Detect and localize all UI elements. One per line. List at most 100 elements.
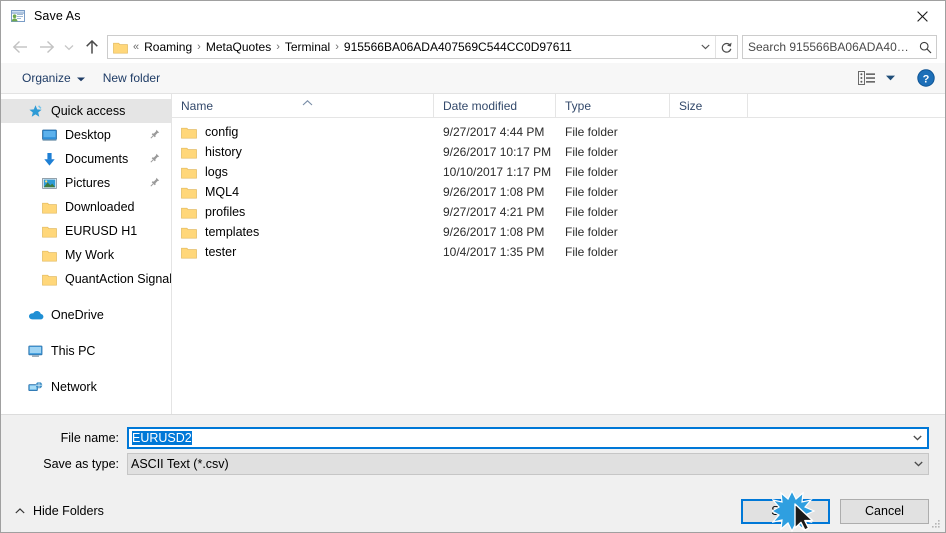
column-header-row: Name Date modified Type Size (172, 93, 945, 118)
refresh-button[interactable] (715, 36, 737, 58)
save-as-type-dropdown-button[interactable] (909, 461, 928, 467)
chevron-down-icon (76, 71, 85, 85)
file-type-cell: File folder (565, 205, 618, 219)
sidebar-item-downloaded[interactable]: Downloaded (1, 195, 171, 219)
sidebar-item-eurusd-h1[interactable]: EURUSD H1 (1, 219, 171, 243)
chevron-down-icon (886, 75, 895, 81)
sidebar-item-desktop[interactable]: Desktop (1, 123, 171, 147)
command-toolbar: Organize New folder ? (1, 63, 945, 94)
network-icon (27, 379, 44, 395)
table-row[interactable]: tester 10/4/2017 1:35 PM File folder (172, 242, 945, 262)
table-row[interactable]: profiles 9/27/2017 4:21 PM File folder (172, 202, 945, 222)
file-rows: config 9/27/2017 4:44 PM File folder his… (172, 118, 945, 414)
file-date-cell: 10/4/2017 1:35 PM (443, 245, 545, 259)
file-name-cell: history (172, 145, 434, 159)
file-name-label: history (205, 145, 242, 159)
new-folder-button[interactable]: New folder (96, 67, 167, 90)
desktop-icon (41, 127, 58, 143)
save-button[interactable]: Save (741, 498, 830, 524)
column-header-label: Date modified (443, 98, 518, 113)
search-box[interactable]: Search 915566BA06ADA40756... (742, 35, 937, 59)
sidebar-item-this-pc[interactable]: This PC (1, 339, 171, 363)
breadcrumb-item-metaquotes[interactable]: MetaQuotes (203, 40, 274, 54)
save-as-dialog: Save As « Roaming › MetaQuotes › Termina… (0, 0, 946, 533)
save-button-label: Save (771, 504, 800, 518)
cancel-button-label: Cancel (865, 504, 904, 518)
folder-icon (181, 146, 197, 159)
sidebar-item-documents[interactable]: Documents (1, 147, 171, 171)
sidebar-item-my-work[interactable]: My Work (1, 243, 171, 267)
table-row[interactable]: MQL4 9/26/2017 1:08 PM File folder (172, 182, 945, 202)
breadcrumb-overflow[interactable]: « (131, 41, 141, 53)
file-name-label: logs (205, 165, 228, 179)
sidebar-item-quantaction-signal[interactable]: QuantAction Signal (1, 267, 171, 291)
file-name-input[interactable]: EURUSD2 (127, 426, 929, 449)
sidebar-item-label: Documents (65, 152, 129, 166)
table-row[interactable]: templates 9/26/2017 1:08 PM File folder (172, 222, 945, 242)
sidebar-item-network[interactable]: Network (1, 375, 171, 399)
view-options-dropdown[interactable] (882, 75, 899, 81)
column-header-date-modified[interactable]: Date modified (434, 93, 556, 118)
file-name-label: tester (205, 245, 237, 259)
table-row[interactable]: history 9/26/2017 10:17 PM File folder (172, 142, 945, 162)
sidebar-item-pictures[interactable]: Pictures (1, 171, 171, 195)
folder-icon (181, 166, 197, 179)
recent-locations-button[interactable] (59, 34, 79, 60)
address-dropdown-button[interactable] (695, 36, 715, 58)
help-button[interactable]: ? (917, 69, 935, 87)
breadcrumb-item-terminal-id[interactable]: 915566BA06ADA407569C544CC0D97611 (341, 40, 575, 54)
window-title: Save As (34, 9, 81, 23)
column-header-name[interactable]: Name (172, 93, 434, 118)
column-header-label: Size (679, 98, 703, 113)
column-header-label: Type (565, 98, 592, 113)
file-date-cell: 9/26/2017 1:08 PM (443, 185, 545, 199)
breadcrumb-separator: › (335, 41, 339, 53)
sidebar-item-label: Pictures (65, 176, 111, 190)
back-button[interactable] (7, 34, 33, 60)
breadcrumb-separator: › (197, 41, 201, 53)
view-options-icon[interactable] (858, 70, 878, 86)
pictures-icon (41, 175, 58, 191)
save-as-type-value: ASCII Text (*.csv) (131, 456, 229, 471)
column-header-type[interactable]: Type (556, 93, 670, 118)
cancel-button[interactable]: Cancel (840, 498, 929, 524)
chevron-up-icon (15, 508, 25, 514)
breadcrumb-item-roaming[interactable]: Roaming (141, 40, 195, 54)
sidebar-item-onedrive[interactable]: OneDrive (1, 303, 171, 327)
onedrive-cloud-icon (27, 307, 44, 323)
file-type-cell: File folder (565, 145, 618, 159)
file-name-value[interactable]: EURUSD2 (129, 430, 908, 445)
save-as-icon (10, 8, 26, 24)
folder-icon (181, 226, 197, 239)
save-form: File name: EURUSD2 Save as type: ASCII T… (1, 415, 945, 478)
toolbar-right-group: ? (858, 69, 935, 87)
folder-icon (181, 206, 197, 219)
file-date-cell: 9/26/2017 10:17 PM (443, 145, 552, 159)
column-header-size[interactable]: Size (670, 93, 748, 118)
file-name-dropdown-button[interactable] (908, 435, 927, 441)
file-name-cell: MQL4 (172, 185, 434, 199)
file-date-cell: 9/26/2017 1:08 PM (443, 225, 545, 239)
resize-grip-icon[interactable] (929, 518, 941, 530)
refresh-icon (721, 42, 732, 53)
svg-text:?: ? (923, 73, 930, 85)
file-name-selected-text: EURUSD2 (132, 430, 192, 445)
close-button[interactable] (899, 1, 945, 31)
file-name-label: MQL4 (205, 185, 240, 199)
sidebar-item-quick-access[interactable]: Quick access (1, 99, 171, 123)
folder-icon (41, 223, 58, 239)
breadcrumb-item-terminal[interactable]: Terminal (282, 40, 333, 54)
forward-button[interactable] (33, 34, 59, 60)
up-button[interactable] (79, 34, 105, 60)
title-bar: Save As (1, 1, 945, 31)
address-bar[interactable]: « Roaming › MetaQuotes › Terminal › 9155… (107, 35, 738, 59)
table-row[interactable]: logs 10/10/2017 1:17 PM File folder (172, 162, 945, 182)
search-icon[interactable] (914, 41, 936, 54)
organize-button[interactable]: Organize (15, 67, 92, 90)
table-row[interactable]: config 9/27/2017 4:44 PM File folder (172, 122, 945, 142)
search-input[interactable]: Search 915566BA06ADA40756... (743, 40, 914, 54)
file-name-label: File name: (60, 430, 119, 445)
hide-folders-button[interactable]: Hide Folders (1, 504, 104, 518)
breadcrumb-separator: › (276, 41, 280, 53)
save-as-type-select[interactable]: ASCII Text (*.csv) (127, 452, 929, 475)
